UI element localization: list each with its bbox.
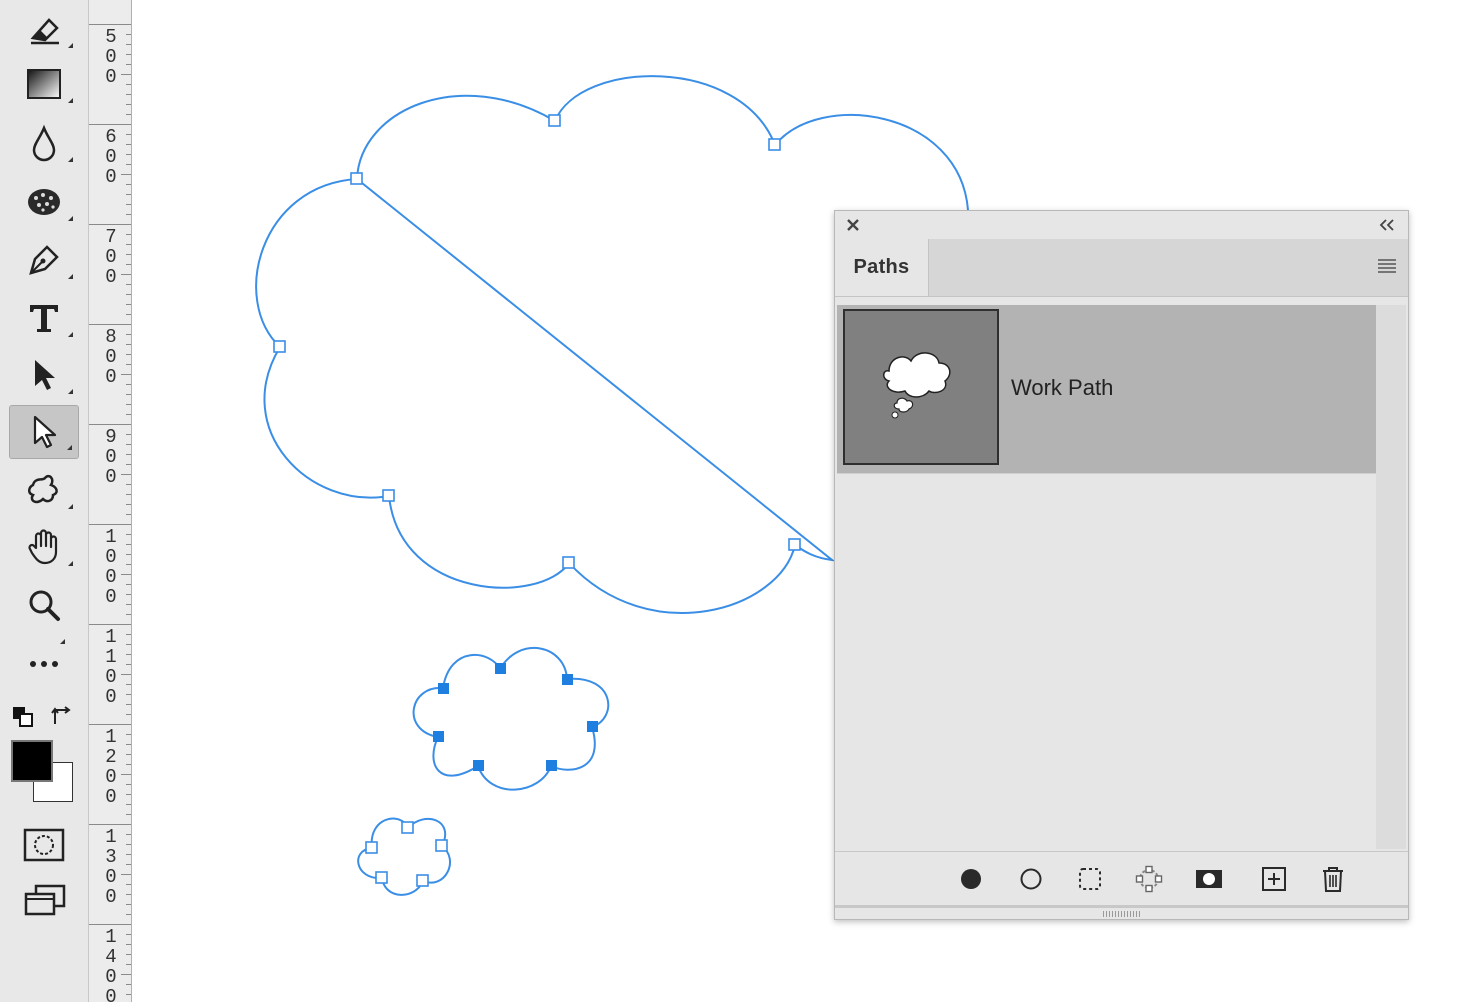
hand-tool[interactable] — [9, 520, 79, 574]
add-mask-button[interactable] — [1194, 864, 1224, 894]
path-row-work-path[interactable]: Work Path — [837, 305, 1376, 474]
hand-icon — [28, 529, 58, 565]
paths-scrollbar[interactable] — [1376, 305, 1406, 849]
ruler-label: 1 0 0 0 — [105, 526, 117, 608]
panel-resize-grip[interactable] — [835, 905, 1408, 919]
gradient-icon — [27, 69, 61, 99]
panel-footer — [835, 851, 1408, 906]
plus-square-icon — [1262, 867, 1286, 891]
default-colors-icon[interactable] — [12, 706, 36, 730]
sponge-tool[interactable] — [9, 175, 79, 229]
white-arrow-icon — [33, 415, 57, 449]
zoom-tool[interactable] — [9, 578, 79, 632]
quick-mask-icon[interactable] — [22, 824, 68, 866]
path-thumbnail — [843, 309, 999, 465]
type-icon — [30, 305, 58, 332]
panel-tabbar: Paths — [835, 239, 1408, 297]
tab-paths[interactable]: Paths — [835, 239, 929, 296]
ruler-label: 1 2 0 0 — [105, 726, 117, 808]
medium-cloud-path[interactable] — [412, 647, 610, 791]
gradient-tool[interactable] — [9, 57, 79, 111]
custom-shape-tool[interactable] — [9, 463, 79, 517]
mask-icon — [1196, 870, 1222, 888]
filled-circle-icon — [961, 869, 981, 889]
hollow-circle-icon — [1020, 868, 1042, 890]
eraser-icon — [30, 18, 59, 45]
blur-tool[interactable] — [9, 116, 79, 170]
paths-list: Work Path — [837, 305, 1376, 849]
ruler-label: 1 1 0 0 — [105, 626, 117, 708]
ruler-label: 8 0 0 — [105, 326, 117, 388]
pen-tool[interactable] — [9, 233, 79, 287]
close-icon[interactable] — [845, 217, 861, 233]
load-selection-button[interactable] — [1075, 864, 1105, 894]
magnifier-icon — [29, 590, 60, 621]
more-tools[interactable] — [9, 637, 79, 691]
eraser-tool[interactable] — [9, 2, 79, 56]
thought-bubble-thumbnail-icon — [883, 352, 951, 419]
new-path-button[interactable] — [1259, 864, 1289, 894]
ruler-label: 7 0 0 — [105, 226, 117, 288]
foreground-color-swatch[interactable] — [11, 740, 53, 782]
ellipsis-icon — [30, 661, 58, 667]
dashed-selection-icon — [1079, 868, 1101, 890]
screen-mode-icon[interactable] — [22, 880, 72, 922]
path-selection-tool[interactable] — [9, 348, 79, 402]
panel-menu-icon[interactable] — [1376, 257, 1398, 275]
blob-shape-icon — [28, 474, 58, 504]
droplet-icon — [32, 124, 56, 162]
work-path-icon — [1135, 865, 1163, 893]
trash-icon — [1323, 867, 1343, 892]
fill-path-button[interactable] — [956, 864, 986, 894]
direct-selection-tool[interactable] — [9, 405, 79, 459]
ruler-label: 6 0 0 — [105, 126, 117, 188]
ruler-label: 5 0 0 — [105, 26, 117, 88]
collapse-panel-icon[interactable] — [1378, 217, 1396, 233]
panel-titlebar[interactable] — [835, 211, 1408, 240]
vertical-ruler: 5 0 0 6 0 0 7 0 0 8 0 0 9 0 0 1 0 0 0 1 … — [89, 0, 132, 1007]
sponge-icon — [28, 189, 60, 215]
tools-panel — [0, 0, 89, 1002]
ruler-label: 1 4 0 0 — [105, 926, 117, 1008]
make-work-path-button[interactable] — [1134, 864, 1164, 894]
stroke-path-button[interactable] — [1016, 864, 1046, 894]
path-name: Work Path — [1011, 375, 1114, 400]
paths-panel: Paths Work Path — [834, 210, 1409, 920]
type-tool[interactable] — [9, 291, 79, 345]
ruler-label: 1 3 0 0 — [105, 826, 117, 908]
ruler-label: 9 0 0 — [105, 426, 117, 488]
path-anchor-points[interactable] — [273, 114, 801, 887]
delete-path-button[interactable] — [1318, 864, 1348, 894]
pen-nib-icon — [29, 245, 59, 275]
black-arrow-icon — [35, 360, 55, 390]
swap-colors-icon[interactable] — [50, 704, 74, 728]
